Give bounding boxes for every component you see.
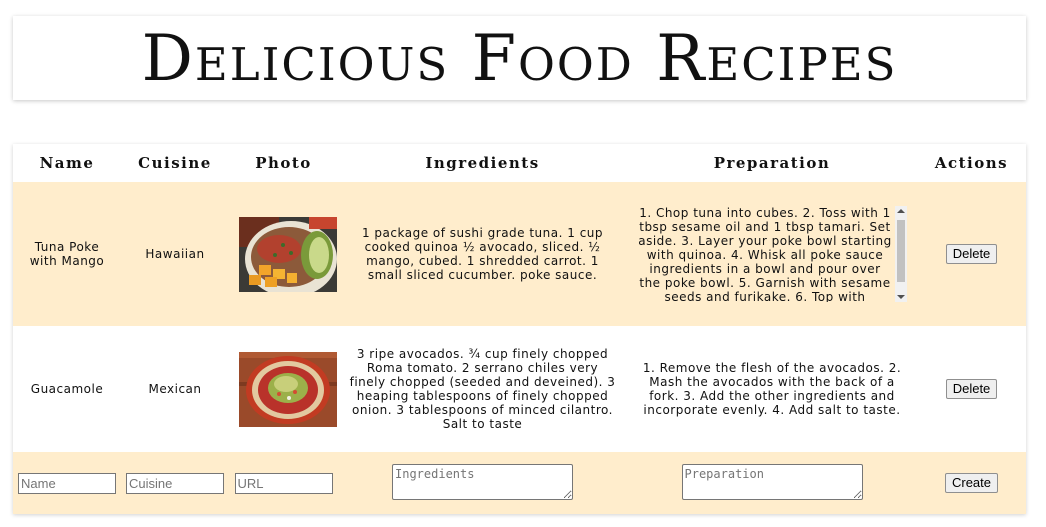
delete-button[interactable]: Delete xyxy=(945,244,998,264)
column-header-cuisine: Cuisine xyxy=(121,144,229,182)
delete-button[interactable]: Delete xyxy=(945,379,998,399)
recipe-photo xyxy=(239,216,337,292)
url-input[interactable] xyxy=(234,472,333,494)
recipe-preparation-scroll[interactable]: 1. Chop tuna into cubes. 2. Toss with 1 … xyxy=(637,206,907,302)
name-input[interactable] xyxy=(18,472,116,494)
recipe-cuisine: Hawaiian xyxy=(121,182,229,326)
form-ingredients-cell xyxy=(338,452,627,514)
scroll-down-arrow-icon[interactable] xyxy=(897,295,905,299)
recipe-name: Guacamole xyxy=(13,326,121,452)
cuisine-input[interactable] xyxy=(126,472,224,494)
column-header-actions: Actions xyxy=(917,144,1026,182)
form-cuisine-cell xyxy=(121,452,229,514)
recipe-name: Tuna Poke with Mango xyxy=(13,182,121,326)
page-header: Delicious Food Recipes xyxy=(13,16,1026,100)
table-row: Tuna Poke with Mango Hawaiian 1 package … xyxy=(13,182,1026,326)
recipe-preparation: 1. Remove the flesh of the avocados. 2. … xyxy=(627,326,917,452)
recipe-ingredients: 3 ripe avocados. ¾ cup finely chopped Ro… xyxy=(338,326,627,452)
recipe-preparation: 1. Chop tuna into cubes. 2. Toss with 1 … xyxy=(638,206,892,302)
form-actions-cell: Create xyxy=(917,452,1026,514)
new-recipe-form-row: Create xyxy=(13,452,1026,514)
form-name-cell xyxy=(13,452,121,514)
create-button[interactable]: Create xyxy=(944,473,999,493)
scroll-up-arrow-icon[interactable] xyxy=(897,209,905,213)
preparation-textarea[interactable] xyxy=(681,463,863,500)
recipe-photo-cell xyxy=(229,326,338,452)
column-header-photo: Photo xyxy=(229,144,338,182)
page-title: Delicious Food Recipes xyxy=(141,22,898,96)
column-header-preparation: Preparation xyxy=(627,144,917,182)
recipe-actions-cell: Delete xyxy=(917,182,1026,326)
recipe-photo xyxy=(239,351,337,427)
column-header-name: Name xyxy=(13,144,121,182)
table-header-row: Name Cuisine Photo Ingredients Preparati… xyxy=(13,144,1026,182)
form-preparation-cell xyxy=(627,452,917,514)
table-row: Guacamole Mexican 3 ripe avocados. ¾ cup… xyxy=(13,326,1026,452)
form-url-cell xyxy=(229,452,338,514)
recipe-preparation-cell: 1. Chop tuna into cubes. 2. Toss with 1 … xyxy=(627,182,917,326)
scrollbar-thumb[interactable] xyxy=(897,220,905,282)
preparation-scrollbar[interactable] xyxy=(895,206,907,302)
recipes-table-container: Name Cuisine Photo Ingredients Preparati… xyxy=(13,144,1026,514)
column-header-ingredients: Ingredients xyxy=(338,144,627,182)
recipe-photo-cell xyxy=(229,182,338,326)
recipe-ingredients: 1 package of sushi grade tuna. 1 cup coo… xyxy=(338,182,627,326)
recipe-cuisine: Mexican xyxy=(121,326,229,452)
recipes-table: Name Cuisine Photo Ingredients Preparati… xyxy=(13,144,1026,514)
ingredients-textarea[interactable] xyxy=(392,463,573,500)
recipe-actions-cell: Delete xyxy=(917,326,1026,452)
